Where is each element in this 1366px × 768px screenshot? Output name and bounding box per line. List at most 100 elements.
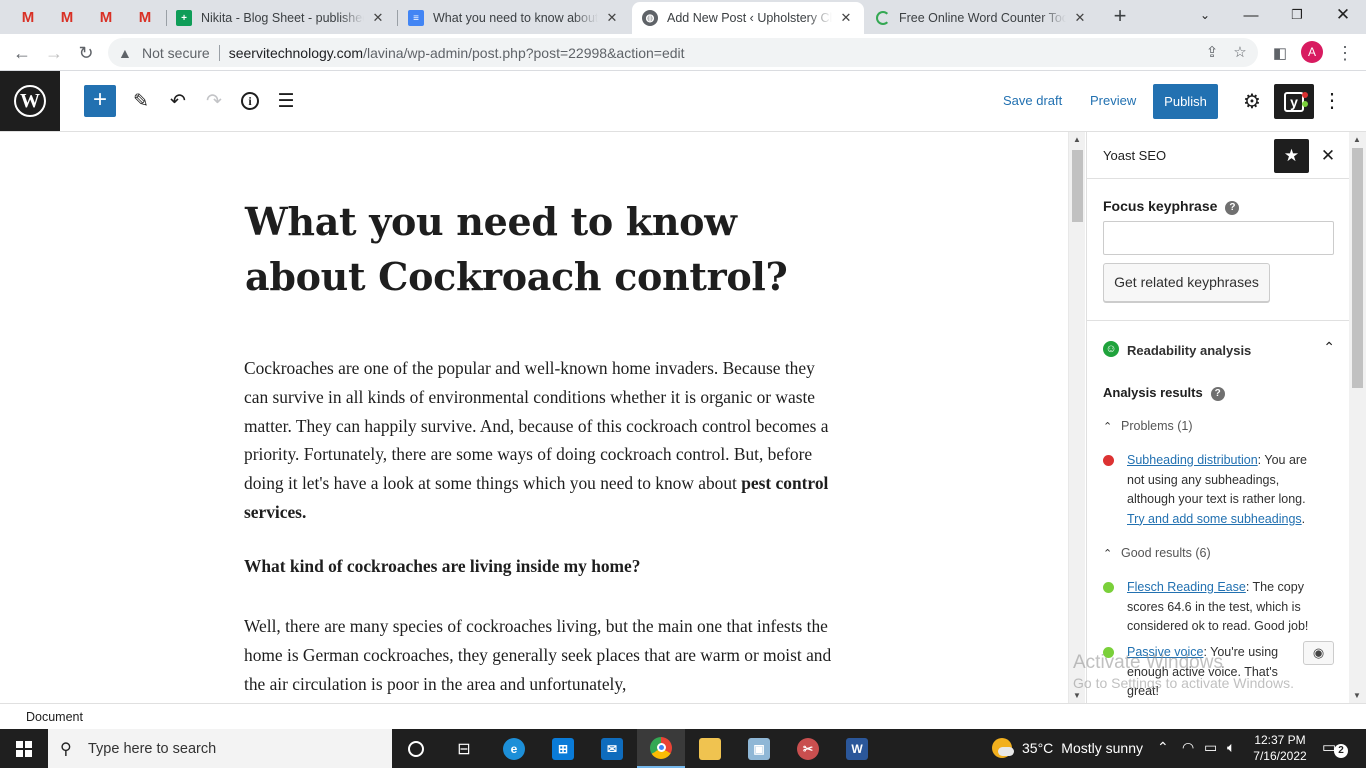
result-link[interactable]: Subheading distribution [1127,453,1258,467]
options-menu-icon[interactable]: ⋮ [1322,85,1342,117]
taskbar-store[interactable]: ⊞ [539,729,587,768]
close-tab-icon[interactable]: ✕ [604,10,620,26]
new-tab-button[interactable]: + [1108,4,1132,30]
problems-toggle[interactable]: ⌃ Problems (1) [1103,419,1193,433]
share-icon[interactable]: ⇪ [1202,43,1222,63]
taskbar-mail[interactable]: ✉ [588,729,636,768]
focus-keyphrase-input[interactable] [1103,221,1334,255]
preview-button[interactable]: Preview [1090,93,1136,108]
tab-add-new-post[interactable]: ◍ Add New Post ‹ Upholstery Clea ✕ [632,2,864,34]
focus-keyphrase-text: Focus keyphrase [1103,198,1218,214]
side-panel-icon[interactable]: ◧ [1266,39,1294,67]
highlight-eye-button[interactable]: ◉ [1303,641,1334,665]
pinned-tab-gmail-2[interactable]: M [51,6,83,28]
good-results-toggle[interactable]: ⌃ Good results (6) [1103,546,1211,560]
add-block-button[interactable]: + [84,85,116,117]
address-bar[interactable]: ▲ Not secure seervitechnology.com/lavina… [108,38,1258,67]
wifi-icon[interactable]: ◠ [1182,739,1194,756]
taskbar-photos[interactable]: ▣ [735,729,783,768]
editor-scrollbar[interactable]: ▲ ▼ [1068,132,1085,703]
paragraph-block[interactable]: Well, there are many species of cockroac… [244,612,834,698]
settings-gear-icon[interactable]: ⚙ [1237,85,1267,117]
close-window-button[interactable]: ✕ [1320,0,1366,30]
notification-center-button[interactable]: ▭ 2 [1322,738,1348,758]
tab-search-chevron-icon[interactable]: ⌄ [1182,0,1228,30]
minimize-button[interactable]: — [1228,0,1274,30]
undo-icon[interactable]: ↶ [162,85,194,117]
sidebar-scrollbar[interactable]: ▲ ▼ [1349,132,1366,703]
weather-text: Mostly sunny [1061,740,1143,756]
redo-icon[interactable]: ↷ [198,85,230,117]
star-icon: ★ [1283,146,1300,165]
help-icon[interactable]: ? [1225,201,1240,215]
warning-triangle-icon[interactable]: ▲ [118,45,134,61]
url-text[interactable]: seervitechnology.com/lavina/wp-admin/pos… [229,45,685,61]
tab-google-doc[interactable]: ≡ What you need to know about C ✕ [398,2,630,34]
taskbar-search[interactable]: ⚲ Type here to search [48,729,392,768]
result-link[interactable]: Flesch Reading Ease [1127,580,1246,594]
problems-label: Problems (1) [1121,419,1193,433]
pinned-tab-gmail-1[interactable]: M [12,6,44,28]
clock-time: 12:37 PM [1254,733,1306,747]
volume-icon[interactable]: 🔈︎ [1227,739,1235,756]
info-icon[interactable]: i [234,85,266,117]
scrollbar-thumb[interactable] [1072,150,1083,222]
google-sheets-icon: + [176,10,192,26]
scroll-down-arrow-icon[interactable]: ▼ [1353,691,1361,700]
save-draft-button[interactable]: Save draft [1003,93,1062,108]
search-icon: ⚲ [60,740,72,758]
cortana-button[interactable] [392,729,440,768]
tab-blog-sheet[interactable]: + Nikita - Blog Sheet - published ✕ [166,2,396,34]
scroll-up-arrow-icon[interactable]: ▲ [1353,135,1361,144]
close-icon: ✕ [1320,146,1336,165]
pinned-tab-gmail-3[interactable]: M [90,6,122,28]
start-button[interactable] [0,729,48,768]
bookmark-star-icon[interactable]: ☆ [1230,43,1250,63]
task-view-button[interactable]: ⊟ [440,729,488,768]
pinned-tab-gmail-4[interactable]: M [129,6,161,28]
breadcrumb[interactable]: Document [26,710,83,724]
taskbar-file-explorer[interactable] [686,729,734,768]
close-tab-icon[interactable]: ✕ [370,10,386,26]
edge-icon: e [503,737,525,760]
back-arrow-icon[interactable]: ← [8,39,36,67]
get-related-keyphrases-button[interactable]: Get related keyphrases [1103,263,1270,302]
wordpress-logo-button[interactable]: W [0,71,60,131]
result-link[interactable]: Try and add some subheadings [1127,512,1302,526]
pencil-icon[interactable]: ✎ [125,85,157,117]
taskbar-chrome[interactable] [637,729,685,768]
close-sidebar-button[interactable]: ✕ [1317,142,1339,170]
security-label[interactable]: Not secure [142,45,210,61]
tray-chevron-up-icon[interactable]: ⌃ [1157,739,1169,756]
tab-word-counter[interactable]: Free Online Word Counter Tool: ✕ [866,2,1098,34]
chrome-menu-icon[interactable]: ⋮ [1331,39,1359,67]
restore-button[interactable]: ❐ [1274,0,1320,30]
reload-icon[interactable]: ↻ [72,39,100,67]
store-icon: ⊞ [552,737,574,760]
publish-button[interactable]: Publish [1153,84,1218,119]
taskbar-clock[interactable]: 12:37 PM 7/16/2022 [1249,732,1311,764]
readability-analysis-toggle[interactable]: ☺ Readability analysis ⌃ [1103,339,1335,361]
paragraph-block[interactable]: Cockroaches are one of the popular and w… [244,354,834,527]
battery-icon[interactable]: ▭ [1204,739,1217,756]
profile-avatar[interactable]: A [1301,41,1323,63]
close-tab-icon[interactable]: ✕ [1072,10,1088,26]
scroll-down-arrow-icon[interactable]: ▼ [1073,691,1081,700]
close-tab-icon[interactable]: ✕ [838,10,854,26]
globe-icon: ◍ [642,10,658,26]
list-view-icon[interactable]: ☰ [270,85,302,117]
weather-widget[interactable]: 35°C Mostly sunny [992,738,1143,758]
taskbar-word[interactable]: W [833,729,881,768]
yoast-toggle-button[interactable]: y [1274,84,1314,119]
taskbar-edge[interactable]: e [490,729,538,768]
pin-star-button[interactable]: ★ [1274,139,1309,173]
scrollbar-thumb[interactable] [1352,148,1363,388]
url-host: seervitechnology.com [228,44,364,61]
editor-canvas: What you need to know about Cockroach co… [0,132,1068,703]
scroll-up-arrow-icon[interactable]: ▲ [1073,135,1081,144]
post-title[interactable]: What you need to know about Cockroach co… [245,194,805,304]
forward-arrow-icon[interactable]: → [40,39,68,67]
heading-block[interactable]: What kind of cockroaches are living insi… [244,556,640,577]
help-icon[interactable]: ? [1210,387,1225,401]
taskbar-snipping[interactable]: ✂ [784,729,832,768]
